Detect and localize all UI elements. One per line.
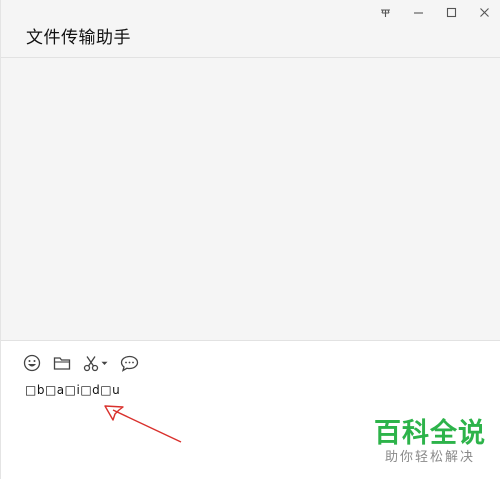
watermark-title: 百科全说 [374, 418, 486, 449]
chat-history-button[interactable] [120, 353, 139, 373]
scissors-icon [83, 355, 99, 371]
close-button[interactable] [468, 0, 500, 24]
folder-icon [53, 357, 71, 370]
maximize-icon [446, 7, 457, 17]
close-icon [480, 7, 489, 17]
emoji-icon [23, 354, 41, 372]
minimize-button[interactable] [402, 0, 435, 24]
watermark: 百科全说 助你轻松解决 [374, 419, 486, 467]
pin-button[interactable] [369, 0, 402, 24]
maximize-button[interactable] [435, 0, 468, 24]
message-input[interactable]: □b□a□i□d□u [25, 383, 120, 397]
pin-icon [381, 8, 390, 17]
input-toolbar [23, 353, 151, 373]
minimize-icon [414, 11, 423, 14]
screenshot-button[interactable] [83, 353, 108, 373]
annotation-arrow [104, 405, 182, 443]
emoji-button[interactable] [23, 353, 41, 373]
message-area[interactable] [1, 58, 500, 340]
chevron-down-icon[interactable] [101, 361, 108, 366]
chat-bubble-icon [120, 355, 139, 372]
window-controls [369, 0, 500, 24]
chat-window: 文件传输助手 □b□a□i□d□u 百科全说 助你轻松解决 [0, 0, 500, 479]
title-bar: 文件传输助手 [1, 0, 500, 58]
file-button[interactable] [53, 353, 71, 373]
watermark-subtitle: 助你轻松解决 [384, 450, 475, 465]
chat-title: 文件传输助手 [26, 28, 131, 48]
